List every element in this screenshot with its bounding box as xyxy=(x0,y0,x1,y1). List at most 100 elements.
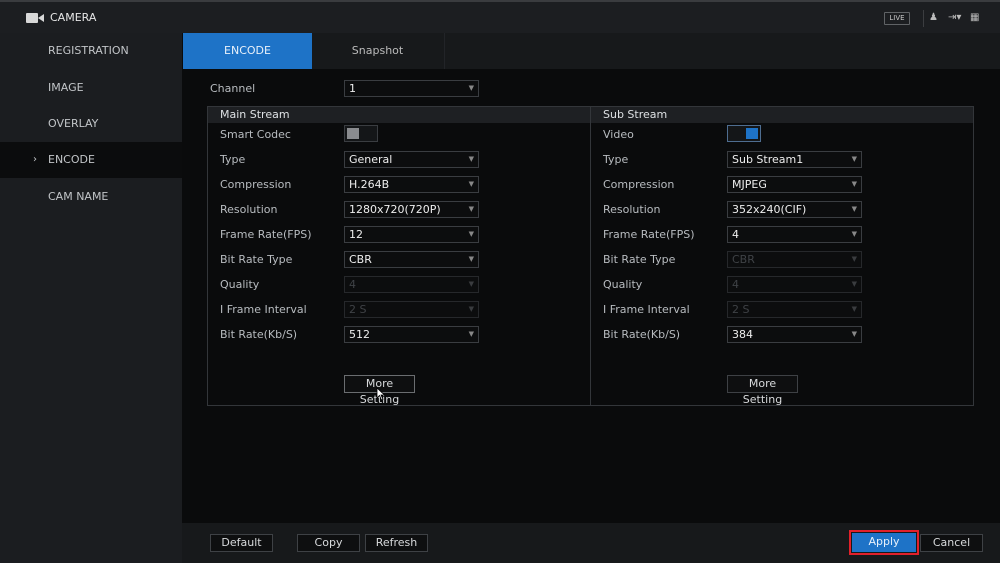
bit-rate-label: Bit Rate(Kb/S) xyxy=(220,328,298,341)
sub-type-select[interactable]: Sub Stream1 ▼ xyxy=(727,151,862,168)
toggle-knob xyxy=(347,128,359,139)
dropdown-arrow-icon: ▼ xyxy=(468,230,474,238)
smart-codec-toggle[interactable] xyxy=(344,125,378,142)
select-value: 384 xyxy=(732,328,753,341)
dropdown-arrow-icon: ▼ xyxy=(851,305,857,313)
channel-label: Channel xyxy=(210,82,256,95)
type-label: Type xyxy=(603,153,629,166)
type-label: Type xyxy=(220,153,246,166)
dropdown-arrow-icon: ▼ xyxy=(851,180,857,188)
sidebar-item-encode[interactable]: › ENCODE xyxy=(0,142,182,178)
dropdown-arrow-icon: ▼ xyxy=(851,205,857,213)
select-value: CBR xyxy=(732,253,755,266)
copy-button[interactable]: Copy xyxy=(297,534,360,552)
quality-label: Quality xyxy=(603,278,643,291)
main-i-frame-select: 2 S ▼ xyxy=(344,301,479,318)
select-value: 352x240(CIF) xyxy=(732,203,807,216)
sidebar-item-overlay[interactable]: OVERLAY xyxy=(0,106,182,142)
select-value: 4 xyxy=(732,278,739,291)
dropdown-arrow-icon: ▼ xyxy=(468,205,474,213)
sidebar-item-cam-name[interactable]: CAM NAME xyxy=(0,179,182,215)
divider xyxy=(444,33,445,69)
logout-icon[interactable]: ⇥▾ xyxy=(948,12,961,23)
sub-resolution-select[interactable]: 352x240(CIF) ▼ xyxy=(727,201,862,218)
select-value: 1280x720(720P) xyxy=(349,203,441,216)
sub-frame-rate-select[interactable]: 4 ▼ xyxy=(727,226,862,243)
bit-rate-type-label: Bit Rate Type xyxy=(220,253,293,266)
sub-more-setting-button[interactable]: More Setting xyxy=(727,375,798,406)
sub-compression-select[interactable]: MJPEG ▼ xyxy=(727,176,862,193)
title-bar: CAMERA LIVE ♟ ⇥▾ ▦ xyxy=(0,0,1000,33)
grid-icon[interactable]: ▦ xyxy=(970,12,979,23)
sidebar: REGISTRATION IMAGE OVERLAY › ENCODE CAM N… xyxy=(0,33,182,563)
default-button[interactable]: Default xyxy=(210,534,273,552)
compression-label: Compression xyxy=(220,178,292,191)
compression-label: Compression xyxy=(603,178,675,191)
sidebar-item-label: CAM NAME xyxy=(48,190,109,203)
user-icon[interactable]: ♟ xyxy=(929,12,938,23)
tab-bar: ENCODE Snapshot xyxy=(183,33,1000,69)
select-value: General xyxy=(349,153,393,166)
dropdown-arrow-icon: ▼ xyxy=(851,155,857,163)
select-value: 2 S xyxy=(349,303,367,316)
tab-encode[interactable]: ENCODE xyxy=(183,33,312,69)
smart-codec-label: Smart Codec xyxy=(220,128,291,141)
select-value: 4 xyxy=(732,228,739,241)
dropdown-arrow-icon: ▼ xyxy=(851,255,857,263)
refresh-button[interactable]: Refresh xyxy=(365,534,428,552)
dropdown-arrow-icon: ▼ xyxy=(468,330,474,338)
toggle-knob xyxy=(746,128,758,139)
frame-rate-label: Frame Rate(FPS) xyxy=(220,228,312,241)
channel-value: 1 xyxy=(349,82,356,95)
dropdown-arrow-icon: ▼ xyxy=(851,330,857,338)
sidebar-item-label: IMAGE xyxy=(48,81,84,94)
main-bit-rate-select[interactable]: 512 ▼ xyxy=(344,326,479,343)
main-frame-rate-select[interactable]: 12 ▼ xyxy=(344,226,479,243)
dropdown-arrow-icon: ▼ xyxy=(468,280,474,288)
sidebar-item-registration[interactable]: REGISTRATION xyxy=(0,33,182,69)
mouse-cursor-icon xyxy=(376,387,386,401)
main-type-select[interactable]: General ▼ xyxy=(344,151,479,168)
resolution-label: Resolution xyxy=(603,203,661,216)
select-value: Sub Stream1 xyxy=(732,153,804,166)
dropdown-arrow-icon: ▼ xyxy=(468,305,474,313)
sidebar-item-image[interactable]: IMAGE xyxy=(0,70,182,106)
resolution-label: Resolution xyxy=(220,203,278,216)
quality-label: Quality xyxy=(220,278,260,291)
main-compression-select[interactable]: H.264B ▼ xyxy=(344,176,479,193)
main-quality-select: 4 ▼ xyxy=(344,276,479,293)
camera-icon xyxy=(26,13,44,23)
dropdown-arrow-icon: ▼ xyxy=(468,180,474,188)
main-resolution-select[interactable]: 1280x720(720P) ▼ xyxy=(344,201,479,218)
sub-quality-select: 4 ▼ xyxy=(727,276,862,293)
dropdown-arrow-icon: ▼ xyxy=(468,255,474,263)
sub-i-frame-select: 2 S ▼ xyxy=(727,301,862,318)
dropdown-arrow-icon: ▼ xyxy=(851,230,857,238)
channel-select[interactable]: 1 ▼ xyxy=(344,80,479,97)
divider xyxy=(923,10,924,27)
tab-snapshot[interactable]: Snapshot xyxy=(312,33,443,69)
video-label: Video xyxy=(603,128,634,141)
sub-stream-title: Sub Stream xyxy=(591,107,973,123)
i-frame-label: I Frame Interval xyxy=(603,303,690,316)
apply-highlight-box xyxy=(849,530,919,555)
video-toggle[interactable] xyxy=(727,125,761,142)
page-title: CAMERA xyxy=(50,11,97,24)
i-frame-label: I Frame Interval xyxy=(220,303,307,316)
select-value: 512 xyxy=(349,328,370,341)
live-button[interactable]: LIVE xyxy=(884,12,910,25)
dropdown-arrow-icon: ▼ xyxy=(468,155,474,163)
main-bit-rate-type-select[interactable]: CBR ▼ xyxy=(344,251,479,268)
dropdown-arrow-icon: ▼ xyxy=(468,84,474,92)
sidebar-item-label: OVERLAY xyxy=(48,117,99,130)
select-value: MJPEG xyxy=(732,178,767,191)
sub-bit-rate-type-select: CBR ▼ xyxy=(727,251,862,268)
select-value: 4 xyxy=(349,278,356,291)
sidebar-item-label: REGISTRATION xyxy=(48,44,129,57)
sub-bit-rate-select[interactable]: 384 ▼ xyxy=(727,326,862,343)
bit-rate-label: Bit Rate(Kb/S) xyxy=(603,328,681,341)
main-stream-title: Main Stream xyxy=(208,107,590,123)
cancel-button[interactable]: Cancel xyxy=(920,534,983,552)
dropdown-arrow-icon: ▼ xyxy=(851,280,857,288)
select-value: H.264B xyxy=(349,178,390,191)
